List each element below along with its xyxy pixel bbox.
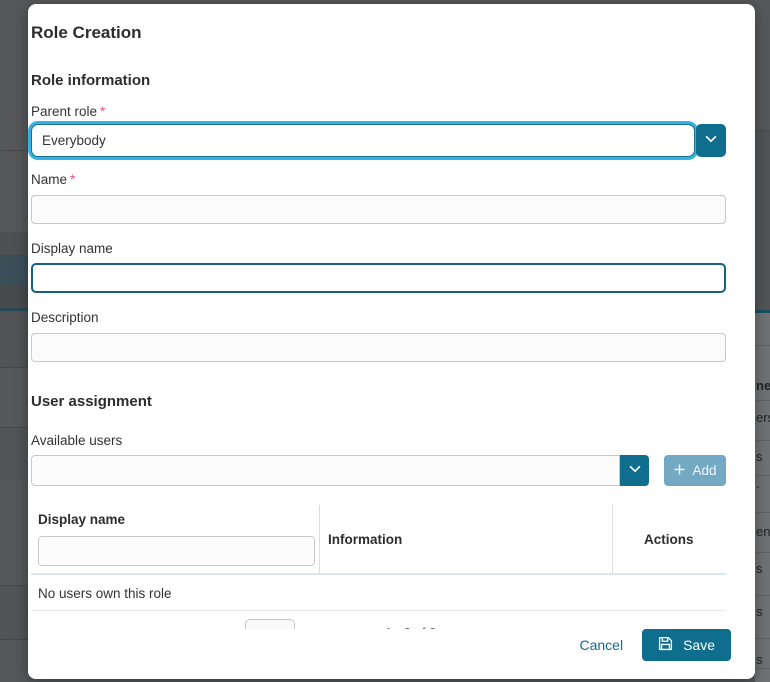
column-header-information: Information [320, 505, 613, 573]
column-header-display-name: Display name [31, 505, 320, 573]
required-asterisk: * [100, 104, 105, 119]
parent-role-select-group: Everybody [31, 124, 726, 157]
backdrop-text-fragment: ne [756, 378, 770, 393]
save-floppy-icon [658, 636, 673, 654]
available-users-dropdown-button[interactable] [620, 455, 649, 486]
add-button-label: Add [692, 463, 716, 478]
save-button-label: Save [683, 637, 715, 653]
display-name-field[interactable] [31, 263, 726, 293]
parent-role-label-text: Parent role [31, 104, 97, 119]
backdrop-band [0, 429, 28, 480]
backdrop-band [0, 369, 28, 428]
backdrop-band [0, 232, 28, 255]
parent-role-label: Parent role* [31, 103, 726, 120]
backdrop-divider [755, 400, 770, 401]
backdrop-text-fragment: en [756, 524, 770, 539]
column-header-actions: Actions [613, 505, 726, 573]
column-header-label: Display name [38, 512, 308, 527]
table-empty-message: No users own this role [31, 575, 726, 611]
parent-role-select[interactable]: Everybody [31, 124, 695, 157]
available-users-row: Add [31, 455, 726, 486]
backdrop-band [0, 585, 28, 640]
backdrop-divider [755, 345, 770, 346]
backdrop-band [0, 285, 28, 308]
name-label: Name* [31, 171, 726, 188]
section-heading-user-assignment: User assignment [31, 392, 726, 411]
backdrop-band [0, 311, 28, 368]
backdrop-text-fragment: s [756, 561, 763, 576]
name-label-text: Name [31, 172, 67, 187]
backdrop-left-strip [0, 0, 28, 682]
backdrop-text-fragment: . [756, 476, 760, 491]
available-users-select-group [31, 455, 649, 486]
backdrop-text-fragment: s [756, 449, 763, 464]
cancel-button[interactable]: Cancel [579, 637, 623, 653]
backdrop-divider [0, 150, 28, 151]
backdrop-text-fragment: s [756, 604, 763, 619]
backdrop-band: ne ers s . en s s s [755, 313, 770, 682]
save-button[interactable]: Save [642, 629, 731, 661]
required-asterisk: * [70, 172, 75, 187]
section-heading-role-information: Role information [31, 71, 726, 90]
display-name-label: Display name [31, 240, 726, 257]
backdrop-band [0, 255, 28, 285]
chevron-down-icon [628, 462, 642, 479]
description-label: Description [31, 309, 726, 326]
backdrop-divider [755, 552, 770, 553]
backdrop-divider [755, 638, 770, 639]
backdrop-divider [755, 595, 770, 596]
role-creation-dialog: Role Creation Role information Parent ro… [28, 4, 755, 679]
dialog-title: Role Creation [31, 22, 726, 44]
column-header-label: Actions [644, 532, 694, 547]
parent-role-dropdown-button[interactable] [696, 124, 726, 157]
backdrop-text-fragment: s [756, 652, 763, 667]
display-name-filter-input[interactable] [38, 536, 315, 566]
backdrop-band [755, 130, 770, 310]
backdrop-divider [755, 440, 770, 441]
table-header-row: Display name Information Actions [31, 505, 726, 575]
available-users-select[interactable] [31, 455, 620, 486]
backdrop-divider [755, 512, 770, 513]
name-field[interactable] [31, 195, 726, 224]
dialog-footer: Cancel Save [28, 629, 755, 679]
dialog-body: Role Creation Role information Parent ro… [28, 4, 755, 630]
backdrop-text-fragment: ers [756, 410, 770, 425]
plus-icon [673, 463, 686, 479]
available-users-label: Available users [31, 432, 726, 449]
chevron-down-icon [704, 132, 718, 149]
add-user-button[interactable]: Add [664, 455, 726, 486]
backdrop-right-strip: ne ers s . en s s s [755, 0, 770, 682]
assigned-users-table: Display name Information Actions No user… [31, 505, 726, 630]
backdrop-divider [755, 668, 770, 669]
description-field[interactable] [31, 333, 726, 362]
column-header-label: Information [328, 532, 402, 547]
